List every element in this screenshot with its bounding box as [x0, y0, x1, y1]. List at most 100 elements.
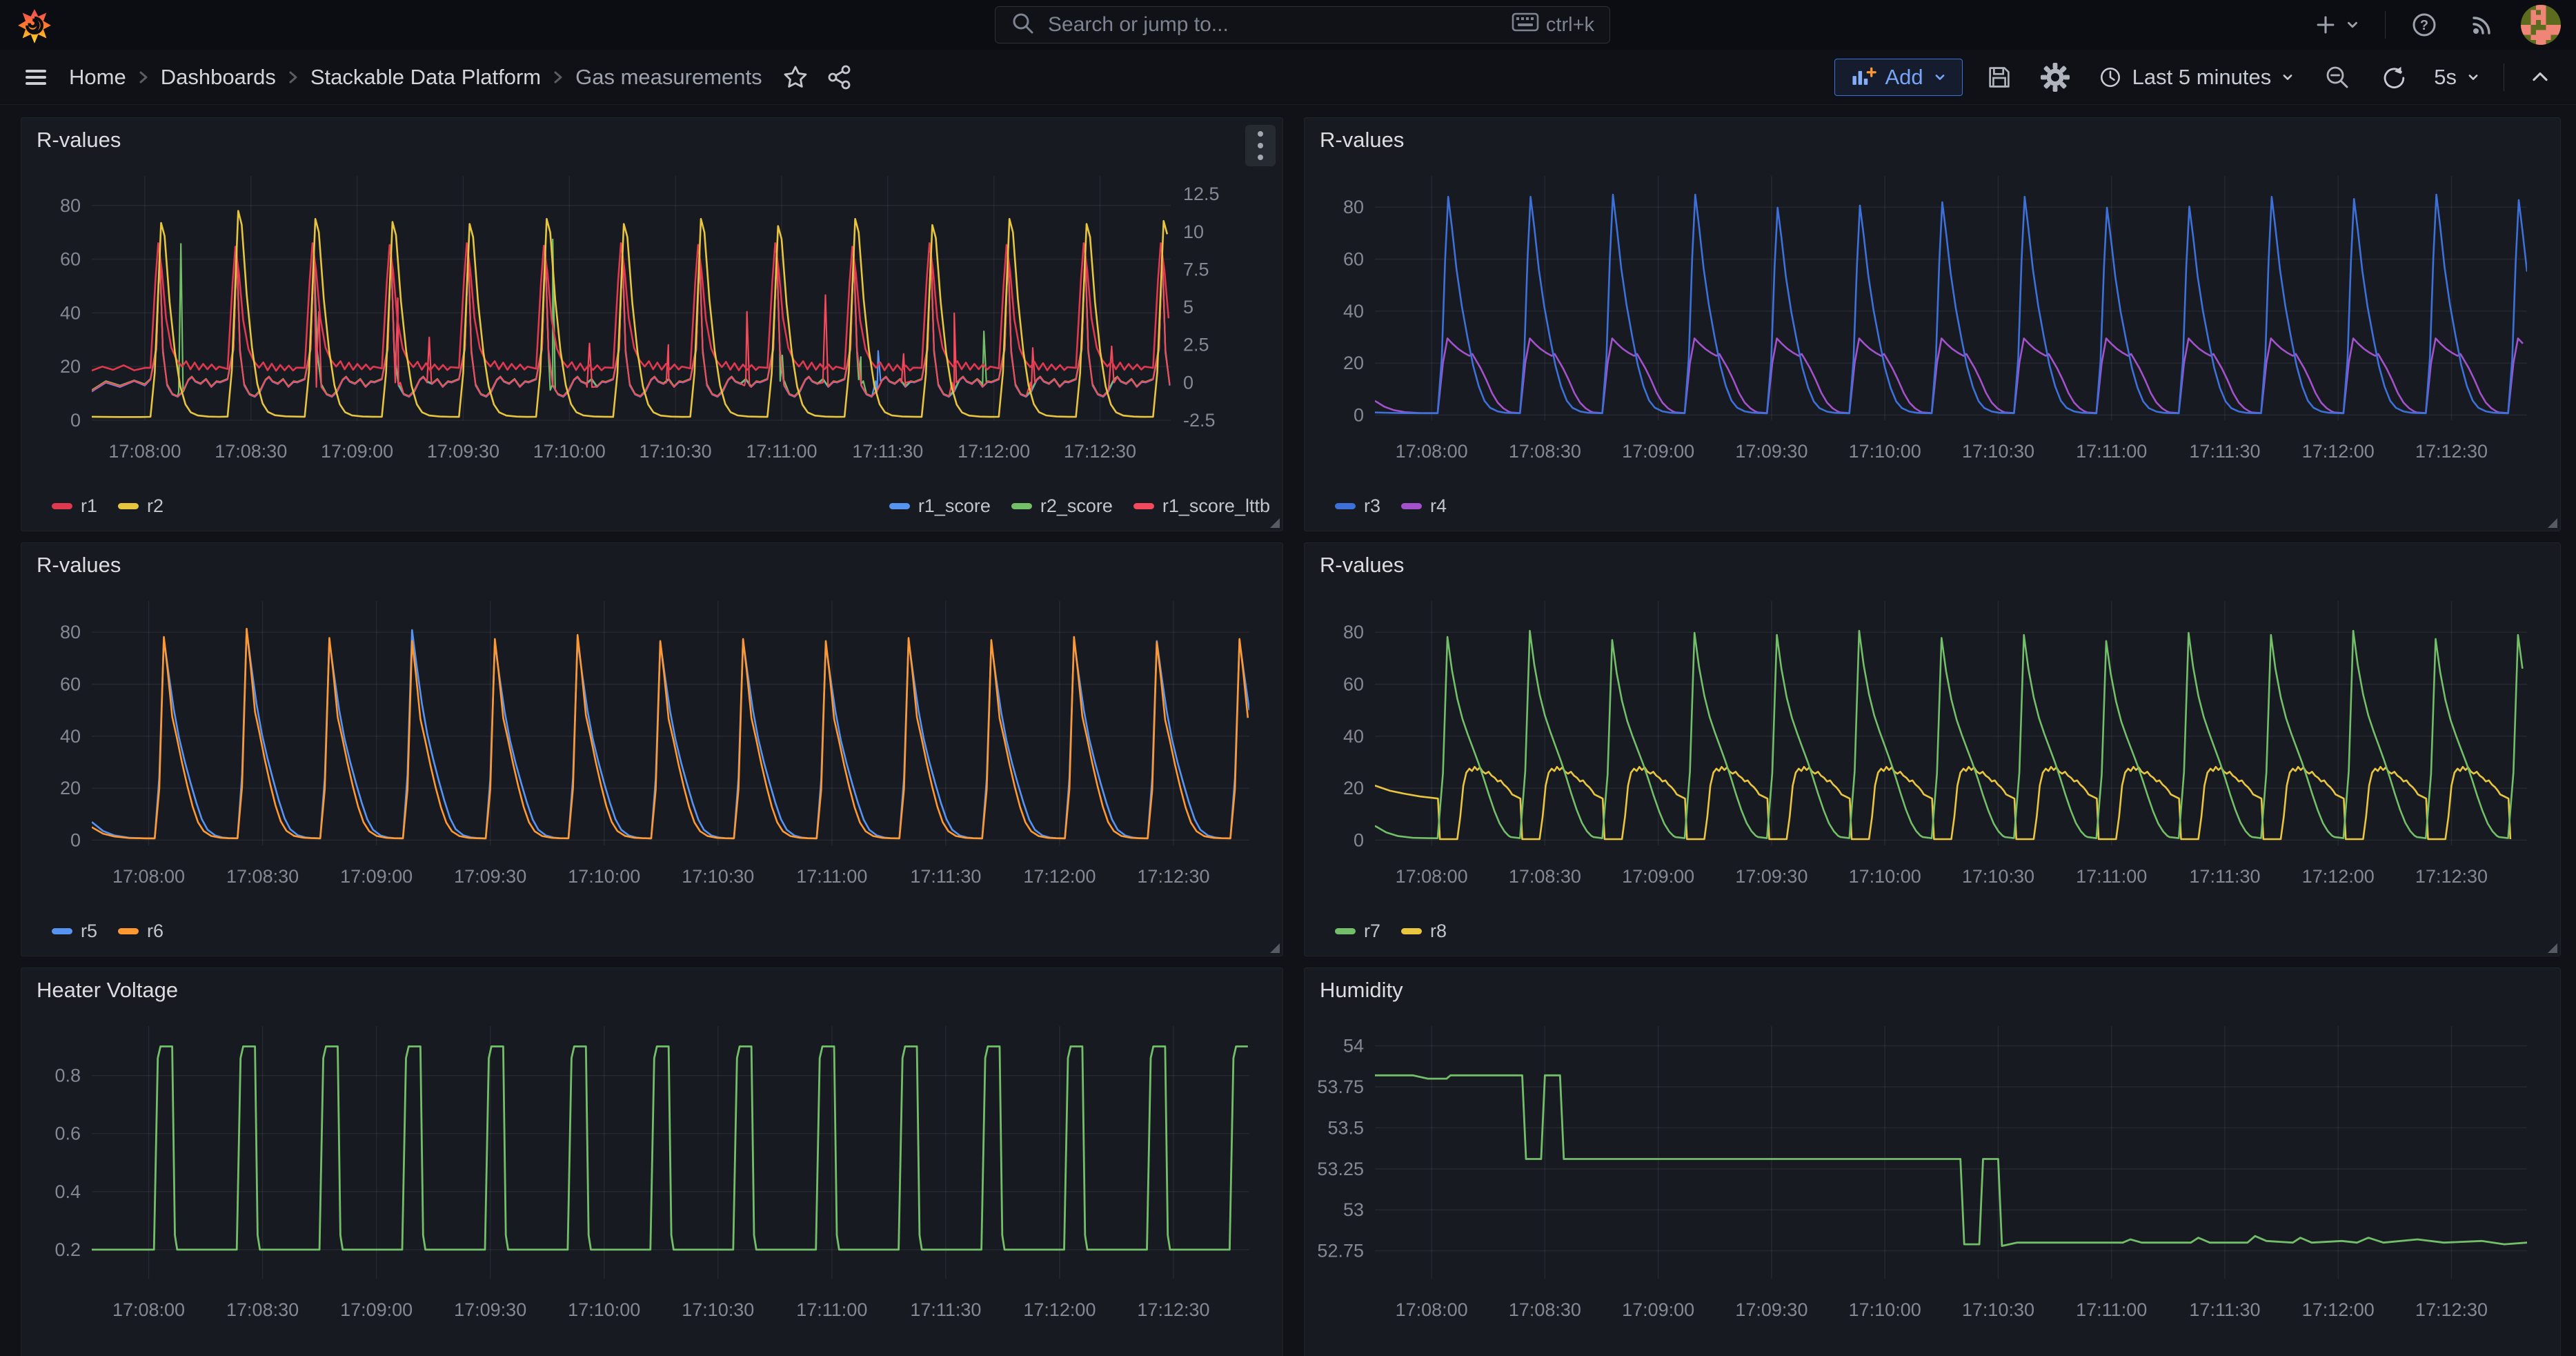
legend-item-r7[interactable]: r7 — [1335, 921, 1380, 942]
series-r3 — [1375, 195, 2527, 413]
grafana-logo-icon[interactable] — [18, 8, 51, 44]
global-search[interactable]: ctrl+k — [995, 6, 1610, 43]
panel-title[interactable]: R-values — [37, 128, 121, 153]
x-axis-tick-label: 17:11:30 — [2189, 866, 2260, 887]
series-r4 — [1375, 338, 2523, 413]
legend-item-r2_score[interactable]: r2_score — [1011, 495, 1113, 517]
refresh-button[interactable] — [2375, 62, 2412, 92]
timeseries-chart[interactable]: 17:08:0017:08:3017:09:0017:09:3017:10:00… — [1313, 584, 2552, 906]
user-avatar[interactable] — [2521, 5, 2561, 45]
panel-title[interactable]: Humidity — [1320, 978, 1403, 1003]
refresh-icon — [2379, 63, 2408, 92]
save-dashboard-button[interactable] — [1981, 59, 2018, 96]
x-axis-tick-label: 17:10:00 — [568, 1299, 640, 1320]
legend-item-humidity[interactable]: humidity — [1335, 1354, 1434, 1356]
news-button[interactable] — [2463, 6, 2501, 44]
legend-label: r1_score — [918, 495, 991, 517]
zoom-out-button[interactable] — [2318, 58, 2357, 97]
time-range-picker[interactable]: Last 5 minutes — [2092, 63, 2301, 92]
x-axis-tick-label: 17:09:00 — [340, 1299, 413, 1320]
favorite-button[interactable] — [776, 58, 815, 97]
x-axis-tick-label: 17:10:00 — [533, 441, 606, 462]
panel-title[interactable]: R-values — [1320, 128, 1404, 153]
legend-item-r6[interactable]: r6 — [118, 921, 164, 942]
panel-resize-handle[interactable] — [2548, 518, 2557, 528]
y-axis-tick-label: 53.25 — [1317, 1159, 1364, 1179]
y-axis-tick-label: 40 — [60, 302, 81, 323]
panel-resize-handle[interactable] — [2548, 943, 2557, 953]
x-axis-tick-label: 17:10:00 — [1849, 1299, 1921, 1320]
panel-title[interactable]: Heater Voltage — [37, 978, 178, 1003]
help-button[interactable]: ? — [2405, 6, 2444, 44]
breadcrumb-folder[interactable]: Stackable Data Platform — [310, 65, 541, 90]
panel-r-values-1: R-values 17:08:0017:08:3017:09:0017:09:3… — [21, 117, 1283, 531]
y-axis-right-tick-label: -2.5 — [1183, 410, 1216, 431]
dashboard-settings-button[interactable] — [2036, 58, 2074, 97]
legend-item-r3[interactable]: r3 — [1335, 495, 1380, 517]
x-axis-tick-label: 17:09:30 — [1735, 441, 1807, 462]
zoom-out-icon — [2322, 62, 2352, 92]
new-menu-button[interactable] — [2308, 7, 2366, 43]
breadcrumb-dashboards[interactable]: Dashboards — [161, 65, 276, 90]
breadcrumb-current: Gas measurements — [575, 65, 762, 90]
timeseries-chart[interactable]: 17:08:0017:08:3017:09:0017:09:3017:10:00… — [1313, 159, 2552, 481]
panel-title[interactable]: R-values — [1320, 553, 1404, 578]
legend-item-r1_score[interactable]: r1_score — [889, 495, 991, 517]
legend-swatch — [1335, 928, 1356, 934]
y-axis-tick-label: 40 — [60, 726, 81, 747]
chevron-down-icon — [2279, 69, 2296, 86]
legend-label: r8 — [1430, 921, 1447, 942]
x-axis-tick-label: 17:11:30 — [910, 1299, 981, 1320]
panel-resize-handle[interactable] — [1270, 943, 1280, 953]
mega-menu-toggle[interactable] — [18, 59, 54, 95]
legend-label: r2 — [147, 495, 164, 517]
legend-item-r5[interactable]: r5 — [52, 921, 97, 942]
y-axis-tick-label: 20 — [60, 778, 81, 798]
y-axis-tick-label: 80 — [1343, 622, 1364, 642]
legend-item-r4[interactable]: r4 — [1401, 495, 1447, 517]
y-axis-tick-label: 20 — [60, 356, 81, 377]
timeseries-chart[interactable]: 17:08:0017:08:3017:09:0017:09:3017:10:00… — [30, 584, 1274, 906]
plus-icon — [2312, 11, 2339, 39]
legend-item-r2[interactable]: r2 — [118, 495, 164, 517]
x-axis-tick-label: 17:09:00 — [1622, 441, 1694, 462]
timeseries-chart[interactable]: 17:08:0017:08:3017:09:0017:09:3017:10:00… — [30, 159, 1274, 481]
y-axis-tick-label: 0.6 — [55, 1123, 81, 1144]
search-input[interactable] — [1047, 12, 1500, 37]
svg-text:?: ? — [2420, 18, 2428, 33]
legend-swatch — [1401, 928, 1422, 934]
x-axis-tick-label: 17:09:00 — [321, 441, 393, 462]
y-axis-tick-label: 80 — [60, 622, 81, 642]
chevron-right-icon — [551, 67, 566, 88]
hamburger-icon — [22, 63, 50, 91]
chevron-down-icon — [1932, 69, 1948, 86]
panel-resize-handle[interactable] — [1270, 518, 1280, 528]
panel-title[interactable]: R-values — [37, 553, 121, 578]
panel-legend: r1 r2 r1_score r2_score r1_score_lttb — [52, 487, 1270, 525]
x-axis-tick-label: 17:08:30 — [215, 441, 287, 462]
legend-item-r1_score_lttb[interactable]: r1_score_lttb — [1133, 495, 1270, 517]
add-panel-button[interactable]: Add — [1834, 59, 1962, 96]
legend-item-r1[interactable]: r1 — [52, 495, 97, 517]
panel-legend: heatervoltage — [52, 1345, 1270, 1356]
divider — [2385, 11, 2386, 39]
y-axis-tick-label: 40 — [1343, 301, 1364, 322]
share-button[interactable] — [820, 58, 859, 97]
x-axis-tick-label: 17:12:30 — [2415, 1299, 2488, 1320]
x-axis-tick-label: 17:11:00 — [796, 866, 867, 887]
y-axis-tick-label: 60 — [60, 249, 81, 270]
refresh-interval-picker[interactable]: 5s — [2430, 64, 2486, 90]
legend-swatch — [1133, 503, 1154, 509]
timeseries-chart[interactable]: 17:08:0017:08:3017:09:0017:09:3017:10:00… — [1313, 1010, 2552, 1339]
x-axis-tick-label: 17:11:30 — [2189, 441, 2260, 462]
timeseries-chart[interactable]: 17:08:0017:08:3017:09:0017:09:3017:10:00… — [30, 1010, 1274, 1339]
x-axis-tick-label: 17:08:30 — [1509, 866, 1581, 887]
legend-label: r1 — [81, 495, 97, 517]
legend-label: r3 — [1364, 495, 1380, 517]
breadcrumb-home[interactable]: Home — [69, 65, 126, 90]
panel-heater-voltage: Heater Voltage 17:08:0017:08:3017:09:001… — [21, 967, 1283, 1356]
legend-item-r8[interactable]: r8 — [1401, 921, 1447, 942]
legend-item-heatervoltage[interactable]: heatervoltage — [52, 1354, 194, 1356]
x-axis-tick-label: 17:08:30 — [1509, 441, 1581, 462]
collapse-toolbar-button[interactable] — [2522, 59, 2558, 95]
